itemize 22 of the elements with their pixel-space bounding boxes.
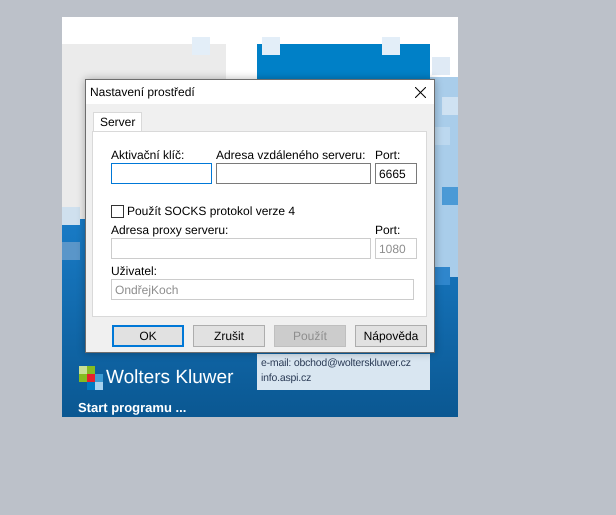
logo-icon [79,366,103,390]
field-label: Adresa proxy serveru: [111,223,230,237]
field-label: Port: [375,148,402,162]
input-field[interactable] [111,163,212,184]
input-field[interactable]: 6665 [375,163,417,184]
checkbox-label: Použít SOCKS protokol verze 4 [127,204,296,218]
dialog-button[interactable]: Nápověda [355,325,427,347]
contact-text: e-mail: obchod@wolterskluwer.cz [261,356,411,370]
status-text: Start programu ... [78,400,186,415]
field-label: Adresa vzdáleného serveru: [216,148,366,162]
tab[interactable]: Server [93,112,142,131]
contact-text: info.aspi.cz [261,371,312,385]
checkbox[interactable] [111,204,124,218]
field-label: Uživatel: [111,264,158,278]
input-field[interactable] [216,163,371,184]
brand-name: Wolters Kluwer [106,367,234,389]
field-label: Port: [375,223,402,237]
close-icon [414,86,426,98]
dialog-button[interactable]: OK [112,325,184,347]
dialog-button[interactable]: Zrušit [193,325,265,347]
field-label: Aktivační klíč: [111,148,186,162]
window-title: Nastavení prostředí [90,85,195,99]
